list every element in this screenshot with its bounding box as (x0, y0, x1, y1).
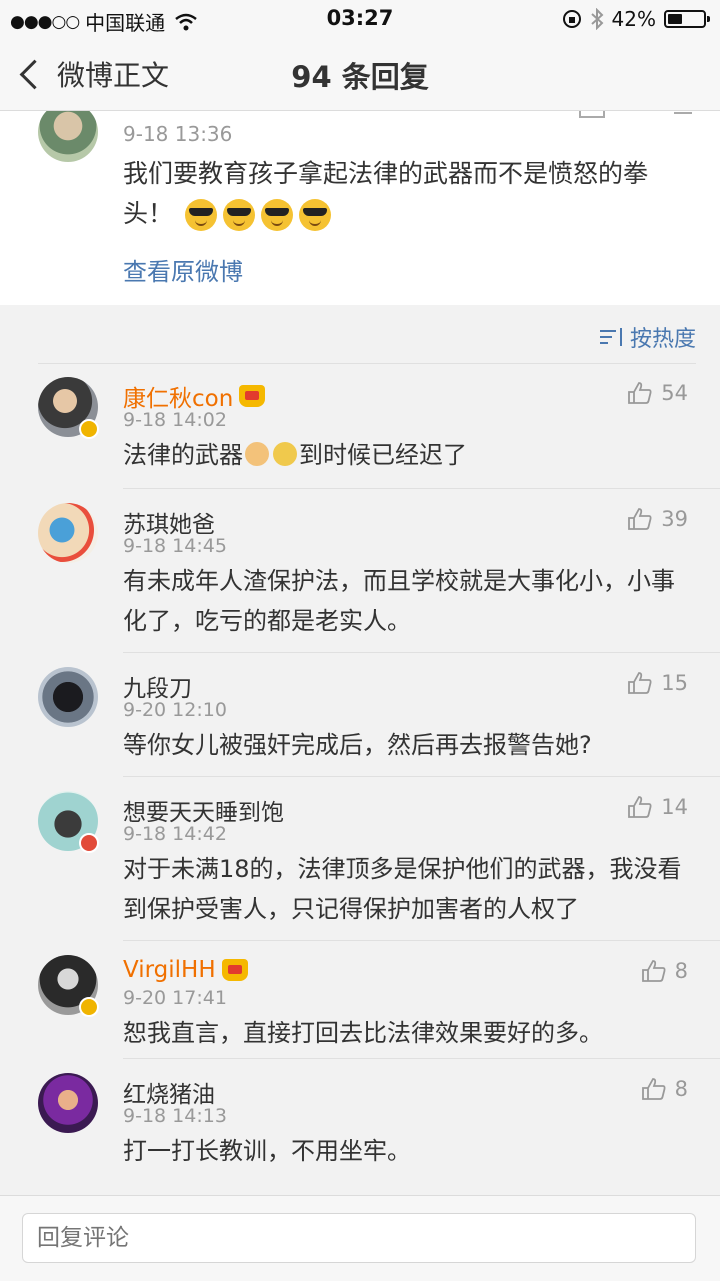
comment-text: 打一打长教训，不用坐牢。 (123, 1137, 411, 1165)
sunglasses-emoji-icon (223, 199, 256, 231)
orientation-lock-icon (562, 10, 581, 28)
thumbs-up-icon (628, 508, 652, 530)
reply-bar (0, 1195, 720, 1281)
crown-icon (221, 959, 248, 981)
comment-author[interactable]: 红烧猪油 (123, 1075, 215, 1109)
comment-list: 按热度 康仁秋con 9-18 14:02 54 法律的武器 到时候已经迟了 苏琪… (0, 305, 720, 1195)
verified-badge-icon (79, 419, 99, 439)
list-item[interactable]: 康仁秋con 9-18 14:02 54 法律的武器 到时候已经迟了 (0, 363, 720, 489)
sort-icon (599, 328, 622, 346)
sunglasses-emoji-icon (185, 199, 218, 231)
comment-author[interactable]: 康仁秋con (123, 379, 266, 413)
doge-emoji-icon (245, 442, 269, 466)
like-button[interactable]: 8 (641, 1077, 688, 1101)
comment-time: 9-20 17:41 (123, 987, 227, 1009)
like-button[interactable]: 39 (627, 507, 688, 531)
list-item[interactable]: 红烧猪油 9-18 14:13 8 打一打长教训，不用坐牢。 (0, 1059, 720, 1185)
like-count: 8 (674, 959, 688, 983)
comment-time: 9-18 14:45 (123, 535, 227, 557)
author-name: 九段刀 (123, 676, 192, 702)
author-name: 想要天天睡到饱 (123, 800, 284, 826)
comment-time: 9-20 12:10 (123, 699, 227, 721)
comment-time: 9-18 14:02 (123, 409, 227, 431)
list-item[interactable]: 苏琪她爸 9-18 14:45 39 有未成年人渣保护法，而且学校就是大事化小，… (0, 489, 720, 653)
status-bar: ●●●○○ 中国联通 03:27 42% (0, 0, 720, 38)
comment-author[interactable]: VirgilHH (123, 957, 248, 983)
crown-icon (239, 385, 266, 407)
verified-badge-icon (79, 997, 99, 1017)
view-original-link[interactable]: 查看原微博 (123, 252, 243, 287)
list-item[interactable]: 想要天天睡到饱 9-18 14:42 14 对于未满18的，法律顶多是保护他们的… (0, 777, 720, 941)
author-name: 红烧猪油 (123, 1082, 215, 1108)
sort-bar: 按热度 (38, 305, 696, 364)
sort-label: 按热度 (629, 327, 696, 352)
like-button[interactable]: 15 (627, 671, 688, 695)
person-emoji-icon (273, 442, 297, 466)
avatar[interactable] (38, 667, 98, 727)
author-name: 苏琪她爸 (123, 512, 215, 538)
comment-author[interactable]: 九段刀 (123, 669, 192, 703)
battery-percent: 42% (611, 7, 656, 31)
comment-time: 9-18 14:42 (123, 823, 227, 845)
bluetooth-icon (590, 8, 603, 30)
avatar[interactable] (38, 110, 98, 162)
sunglasses-emoji-icon (299, 199, 332, 231)
comment-text: 法律的武器 到时候已经迟了 (123, 435, 683, 475)
comment-author[interactable]: 苏琪她爸 (123, 505, 215, 539)
comment-text-part: 到时候已经迟了 (299, 441, 467, 469)
like-button[interactable]: 54 (627, 381, 688, 405)
thumbs-up-icon (628, 672, 652, 694)
thumbs-up-icon (641, 1078, 666, 1100)
thumbs-up-icon (641, 960, 666, 982)
like-count: 8 (674, 1077, 688, 1101)
comment-text: 恕我直言，直接打回去比法律效果要好的多。 (123, 1019, 603, 1047)
page-title: 94 条回复 (291, 60, 429, 94)
avatar[interactable] (38, 503, 98, 563)
list-item[interactable]: 九段刀 9-20 12:10 15 等你女儿被强奸完成后，然后再去报警告她? (0, 653, 720, 777)
comment-text: 等你女儿被强奸完成后，然后再去报警告她? (123, 731, 592, 759)
navigation-bar: 微博正文 94 条回复 (0, 38, 720, 111)
comment-author[interactable]: 想要天天睡到饱 (123, 793, 284, 827)
author-name: VirgilHH (123, 957, 216, 983)
post-time: 9-18 13:36 (123, 122, 233, 146)
thumbs-up-icon (628, 382, 652, 404)
battery-icon (664, 10, 710, 28)
verified-badge-icon (79, 833, 99, 853)
sort-button[interactable]: 按热度 (599, 321, 696, 353)
post-text: 我们要教育孩子拿起法律的武器而不是愤怒的拳头！ (123, 154, 683, 234)
like-icon[interactable] (579, 110, 605, 118)
like-count: 54 (661, 381, 688, 405)
comment-time: 9-18 14:13 (123, 1105, 227, 1127)
comment-text: 对于未满18的，法律顶多是保护他们的武器，我没看到保护受害人，只记得保护加害者的… (123, 855, 682, 923)
author-name: 康仁秋con (123, 386, 234, 412)
like-button[interactable]: 8 (641, 959, 688, 983)
like-count: 15 (661, 671, 688, 695)
sunglasses-emoji-icon (261, 199, 294, 231)
like-count: 14 (661, 795, 688, 819)
list-item[interactable]: VirgilHH 9-20 17:41 8 恕我直言，直接打回去比法律效果要好的… (0, 941, 720, 1059)
comment-text-part: 法律的武器 (123, 441, 243, 469)
comment-text: 有未成年人渣保护法，而且学校就是大事化小，小事化了，吃亏的都是老实人。 (123, 567, 675, 635)
thumbs-up-icon (628, 796, 652, 818)
avatar[interactable] (38, 1073, 98, 1133)
original-post: 9-18 13:36 我们要教育孩子拿起法律的武器而不是愤怒的拳头！ 查看原微博 (0, 110, 720, 305)
reply-input[interactable] (22, 1213, 696, 1263)
like-button[interactable]: 14 (627, 795, 688, 819)
like-count: 39 (661, 507, 688, 531)
emoji-group (185, 199, 332, 231)
